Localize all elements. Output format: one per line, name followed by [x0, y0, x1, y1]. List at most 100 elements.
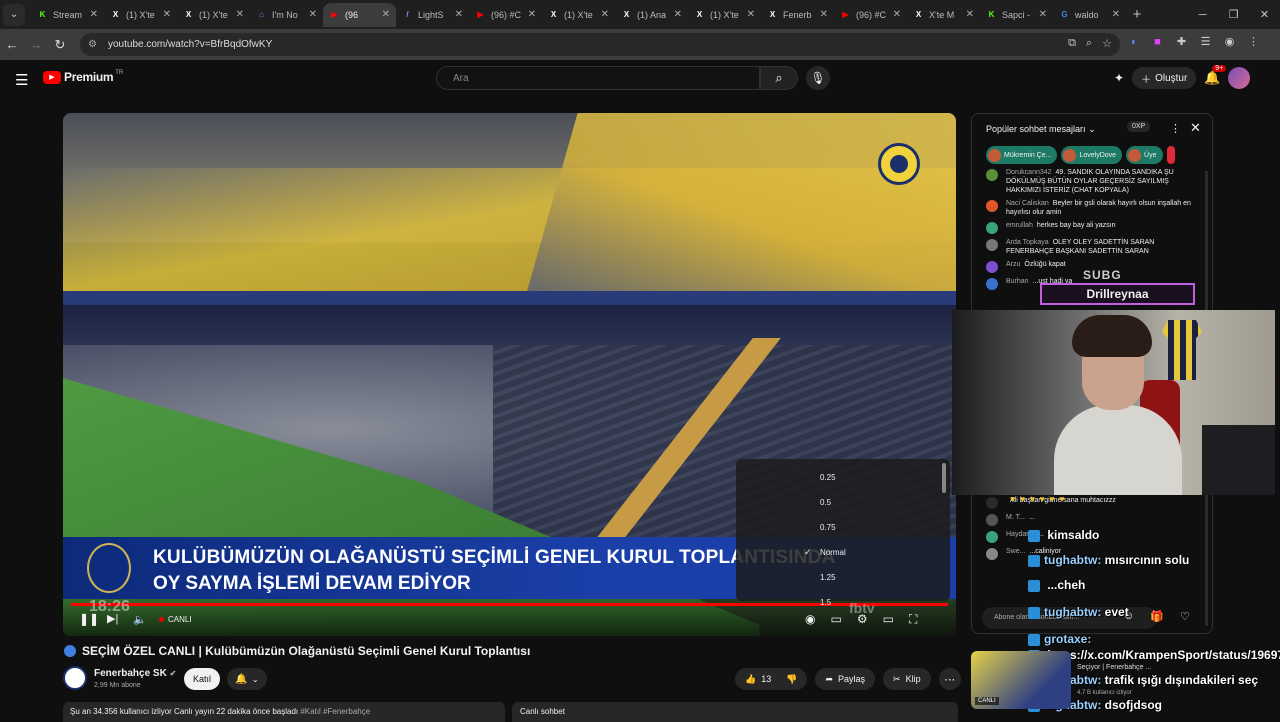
- subscription-bell-button[interactable]: 🔔 ⌄: [227, 668, 267, 690]
- pinned-donor-chip[interactable]: Üye: [1126, 146, 1163, 164]
- close-chat-icon[interactable]: ✕: [1190, 120, 1201, 136]
- new-tab-button[interactable]: +: [1126, 6, 1148, 23]
- tab-close-icon[interactable]: ✕: [1039, 9, 1047, 20]
- dislike-icon[interactable]: 👎: [786, 674, 797, 685]
- tab-close-icon[interactable]: ✕: [90, 9, 98, 20]
- volume-icon[interactable]: 🔈: [133, 613, 147, 626]
- reading-list-icon[interactable]: ☰: [1198, 35, 1213, 48]
- tab-close-icon[interactable]: ✕: [1112, 9, 1120, 20]
- channel-name[interactable]: Fenerbahçe SK ✔: [94, 668, 176, 679]
- tab-close-icon[interactable]: ✕: [528, 9, 536, 20]
- browser-tab[interactable]: ▶ (96) #C ✕: [469, 3, 542, 27]
- share-button[interactable]: ➦ Paylaş: [815, 668, 876, 690]
- tab-close-icon[interactable]: ✕: [747, 9, 755, 20]
- gift-icon[interactable]: 🎁: [1150, 610, 1164, 623]
- pause-icon[interactable]: ❚❚: [79, 612, 99, 626]
- tab-close-icon[interactable]: ✕: [382, 9, 390, 20]
- back-icon[interactable]: ←: [0, 37, 24, 52]
- install-app-icon[interactable]: ⧉: [1068, 37, 1076, 50]
- chat-mode-dropdown[interactable]: Popüler sohbet mesajları ⌄: [986, 124, 1096, 135]
- menu-icon[interactable]: ☰: [15, 71, 28, 89]
- chat-message[interactable]: Naci Caliskan Beyler bir gsli olarak hayı…: [972, 197, 1212, 219]
- speed-option[interactable]: 0.5: [736, 492, 950, 512]
- tab-close-icon[interactable]: ✕: [236, 9, 244, 20]
- browser-tab[interactable]: / LightS ✕: [396, 3, 469, 27]
- search-button[interactable]: ⌕: [760, 66, 798, 90]
- xp-badge[interactable]: 0XP: [1127, 121, 1151, 132]
- join-button[interactable]: Katıl: [184, 668, 220, 690]
- chat-message[interactable]: Ali başkan gitme sana muhtacızzz: [972, 494, 1212, 511]
- tab-close-icon[interactable]: ✕: [893, 9, 901, 20]
- pinned-donor-chip-overflow[interactable]: [1166, 146, 1175, 164]
- browser-tab[interactable]: X X'te M ✕: [907, 3, 980, 27]
- tab-close-icon[interactable]: ✕: [674, 9, 682, 20]
- chat-message[interactable]: Dorukcann342 49. SANDIK OLAYINDA SANDIKA …: [972, 166, 1212, 197]
- settings-gear-icon[interactable]: ⚙: [857, 612, 868, 627]
- description-box[interactable]: Şu an 34.356 kullanıcı izliyor Canlı yay…: [63, 702, 505, 722]
- recommended-title[interactable]: Seçiyor | Fenerbahçe ...: [1077, 664, 1151, 671]
- tab-close-icon[interactable]: ✕: [966, 9, 974, 20]
- reload-icon[interactable]: ↻: [48, 37, 72, 53]
- browser-tab[interactable]: K Stream ✕: [31, 3, 104, 27]
- next-icon[interactable]: ▶|: [107, 612, 118, 625]
- notifications-button[interactable]: 🔔 9+: [1204, 65, 1227, 86]
- maximize-icon[interactable]: ❐: [1218, 0, 1249, 29]
- browser-tab[interactable]: X (1) Ana ✕: [615, 3, 688, 27]
- live-chat-replay-bar[interactable]: Canlı sohbet: [512, 702, 958, 722]
- recommended-thumbnail[interactable]: CANLI: [971, 651, 1071, 709]
- minimize-icon[interactable]: ─: [1187, 0, 1218, 29]
- search-input[interactable]: Ara: [436, 66, 760, 90]
- clip-button[interactable]: ✂ Klip: [883, 668, 931, 690]
- site-info-icon[interactable]: ⚙: [88, 39, 102, 50]
- like-button[interactable]: 👍 13 👎: [735, 668, 808, 690]
- browser-tab[interactable]: X (1) X'te ✕: [104, 3, 177, 27]
- subtitles-icon[interactable]: ▭: [830, 612, 841, 627]
- browser-tab[interactable]: X (1) X'te ✕: [688, 3, 761, 27]
- tab-search-button[interactable]: ⌄: [3, 3, 25, 26]
- chat-message[interactable]: emrullah herkes bay bay ali yazsın: [972, 219, 1212, 236]
- url-input[interactable]: ⚙ youtube.com/watch?v=BfrBqdOfwKY ⧉ ⌕ ☆: [80, 33, 1120, 56]
- browser-menu-icon[interactable]: ⋮: [1246, 35, 1261, 48]
- fullscreen-icon[interactable]: ⛶: [909, 612, 917, 627]
- tab-close-icon[interactable]: ✕: [163, 9, 171, 20]
- chat-message[interactable]: M. T......: [972, 511, 1212, 528]
- extension-icon-2[interactable]: ■: [1150, 36, 1165, 48]
- tab-close-icon[interactable]: ✕: [309, 9, 317, 20]
- speed-option[interactable]: 1.5: [736, 592, 950, 612]
- live-indicator[interactable]: CANLI: [159, 615, 192, 624]
- heart-icon[interactable]: ♡: [1180, 610, 1190, 623]
- profile-icon[interactable]: ◉: [1222, 35, 1237, 48]
- browser-tab[interactable]: X (1) X'te ✕: [177, 3, 250, 27]
- tab-close-icon[interactable]: ✕: [820, 9, 828, 20]
- chat-menu-icon[interactable]: ⋮: [1170, 122, 1181, 135]
- puzzle-icon[interactable]: ✚: [1174, 35, 1189, 48]
- browser-tab[interactable]: X (1) X'te ✕: [542, 3, 615, 27]
- tab-close-icon[interactable]: ✕: [455, 9, 463, 20]
- chat-message[interactable]: Arda Topkaya OLEY OLEY SADETTİN SARAN FEN…: [972, 236, 1212, 258]
- close-window-icon[interactable]: ✕: [1249, 0, 1280, 29]
- forward-icon[interactable]: →: [24, 37, 48, 52]
- browser-tab[interactable]: ▶ (96 ✕: [323, 2, 396, 27]
- zoom-icon[interactable]: ⌕: [1086, 37, 1092, 50]
- youtube-logo[interactable]: ▶ Premium TR: [43, 70, 123, 84]
- cast-icon[interactable]: ✦: [1114, 71, 1124, 85]
- autoplay-toggle-icon[interactable]: ◉: [805, 612, 815, 627]
- voice-search-button[interactable]: 🎙: [806, 66, 830, 90]
- speed-option[interactable]: ✓ Normal: [736, 542, 950, 562]
- browser-tab[interactable]: K Sapci - ✕: [980, 3, 1053, 27]
- description-tags[interactable]: #Katıl #Fenerbahçe: [300, 707, 370, 716]
- speed-option[interactable]: 0.25: [736, 467, 950, 487]
- avatar[interactable]: [1228, 67, 1251, 89]
- browser-tab[interactable]: X Fenerb ✕: [761, 3, 834, 27]
- browser-tab[interactable]: ⌂ I'm No ✕: [250, 3, 323, 27]
- tab-close-icon[interactable]: ✕: [601, 9, 609, 20]
- browser-tab[interactable]: ▶ (96) #C ✕: [834, 3, 907, 27]
- more-actions-button[interactable]: ⋯: [938, 668, 961, 690]
- pinned-donor-chip[interactable]: Mükremin Çe...: [986, 146, 1058, 164]
- create-button[interactable]: ＋ Oluştur: [1132, 67, 1197, 89]
- theater-mode-icon[interactable]: ▭: [883, 612, 894, 627]
- video-player[interactable]: KULÜBÜMÜZÜN OLAĞANÜSTÜ SEÇİMLİ GENEL KUR…: [63, 113, 956, 636]
- bookmark-star-icon[interactable]: ☆: [1102, 37, 1112, 50]
- pinned-donor-chip[interactable]: LovelyDove: [1061, 146, 1123, 164]
- speed-option[interactable]: 0.75: [736, 517, 950, 537]
